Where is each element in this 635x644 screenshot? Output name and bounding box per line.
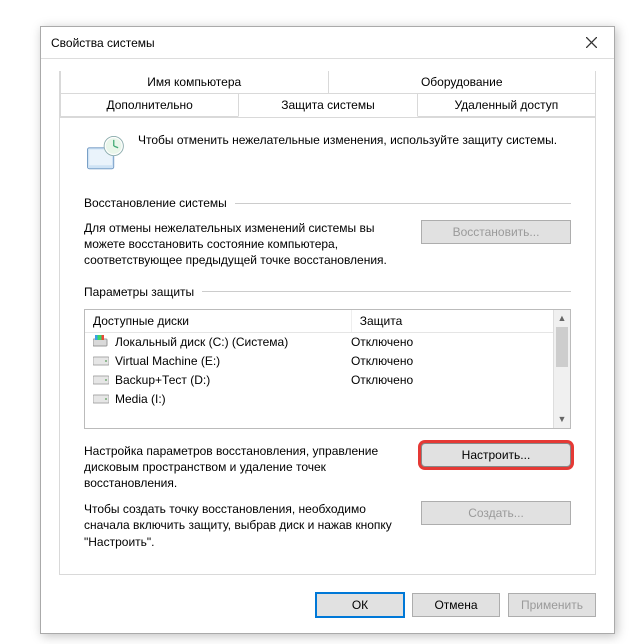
column-drives[interactable]: Доступные диски — [85, 310, 352, 332]
titlebar: Свойства системы — [41, 27, 614, 59]
intro-block: Чтобы отменить нежелательные изменения, … — [84, 132, 571, 174]
table-row[interactable]: Media (I:) — [85, 390, 570, 409]
drive-status: Отключено — [351, 335, 515, 349]
drive-list[interactable]: Доступные диски Защита Локальный диск (C… — [84, 309, 571, 429]
scroll-thumb[interactable] — [556, 327, 568, 367]
restore-description: Для отмены нежелательных изменений систе… — [84, 220, 405, 269]
tab-system-protection[interactable]: Защита системы — [238, 93, 417, 117]
divider — [235, 203, 571, 204]
table-row[interactable]: Локальный диск (C:) (Система) Отключено — [85, 333, 570, 352]
drive-status: Отключено — [351, 354, 515, 368]
tab-advanced[interactable]: Дополнительно — [60, 93, 239, 117]
table-row[interactable]: Backup+Тест (D:) Отключено — [85, 371, 570, 390]
divider — [202, 291, 571, 292]
section-protection-label: Параметры защиты — [84, 285, 194, 299]
scroll-up-icon[interactable]: ▲ — [554, 310, 570, 327]
apply-button[interactable]: Применить — [508, 593, 596, 617]
intro-text: Чтобы отменить нежелательные изменения, … — [138, 132, 557, 148]
section-protection-heading: Параметры защиты — [84, 285, 571, 299]
drive-status: Отключено — [351, 373, 515, 387]
restore-button[interactable]: Восстановить... — [421, 220, 571, 244]
close-icon — [586, 37, 597, 48]
window-title: Свойства системы — [51, 36, 155, 50]
section-restore-label: Восстановление системы — [84, 196, 227, 210]
drive-icon — [93, 354, 109, 369]
ok-button[interactable]: ОК — [316, 593, 404, 617]
shield-clock-icon — [84, 132, 126, 174]
dialog-footer: ОК Отмена Применить — [41, 583, 614, 633]
tab-hardware[interactable]: Оборудование — [328, 71, 597, 94]
configure-description: Настройка параметров восстановления, упр… — [84, 443, 405, 492]
scrollbar[interactable]: ▲ ▼ — [553, 310, 570, 428]
create-description: Чтобы создать точку восстановления, необ… — [84, 501, 405, 550]
drive-icon — [93, 373, 109, 388]
drive-icon — [93, 335, 109, 350]
close-button[interactable] — [569, 27, 614, 59]
drive-name: Локальный диск (C:) (Система) — [115, 335, 288, 349]
drive-name: Virtual Machine (E:) — [115, 354, 220, 368]
tab-computer-name[interactable]: Имя компьютера — [60, 71, 329, 94]
tab-strip: Имя компьютера Оборудование Дополнительн… — [59, 71, 596, 117]
drive-name: Media (I:) — [115, 392, 166, 406]
tab-panel: Чтобы отменить нежелательные изменения, … — [59, 117, 596, 575]
table-row[interactable]: Virtual Machine (E:) Отключено — [85, 352, 570, 371]
configure-button[interactable]: Настроить... — [421, 443, 571, 467]
create-button[interactable]: Создать... — [421, 501, 571, 525]
cancel-button[interactable]: Отмена — [412, 593, 500, 617]
column-protection[interactable]: Защита — [352, 310, 522, 332]
scroll-down-icon[interactable]: ▼ — [554, 411, 570, 428]
section-restore-heading: Восстановление системы — [84, 196, 571, 210]
drive-icon — [93, 392, 109, 407]
system-properties-dialog: Свойства системы Имя компьютера Оборудов… — [40, 26, 615, 634]
tab-remote[interactable]: Удаленный доступ — [417, 93, 596, 117]
drive-list-header: Доступные диски Защита — [85, 310, 570, 333]
drive-name: Backup+Тест (D:) — [115, 373, 210, 387]
